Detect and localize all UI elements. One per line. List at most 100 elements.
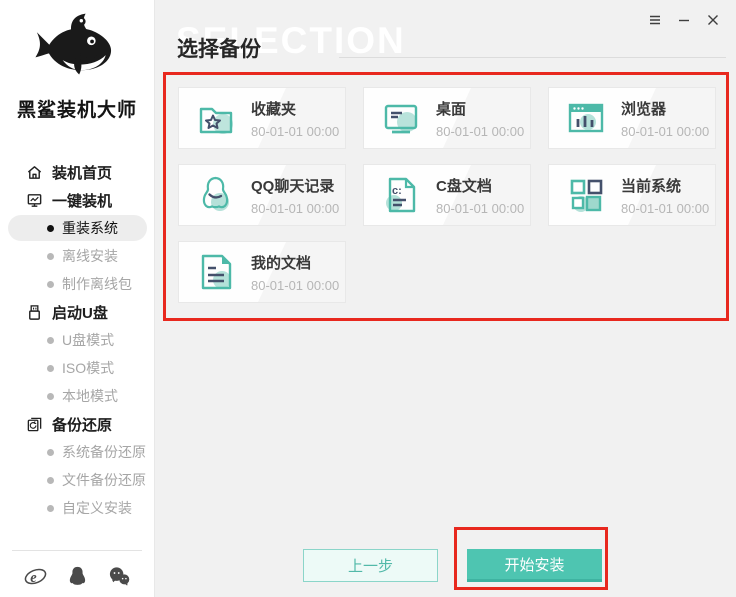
browser-icon bbox=[564, 96, 608, 140]
sidebar-item[interactable]: 制作离线包 bbox=[0, 270, 154, 298]
desktop-icon bbox=[379, 96, 423, 140]
backup-card[interactable]: 我的文档 80-01-01 00:00 bbox=[178, 241, 346, 303]
backup-card-date: 80-01-01 00:00 bbox=[251, 277, 340, 293]
sidebar-footer-divider bbox=[12, 550, 142, 551]
bullet-icon bbox=[47, 224, 54, 232]
window-close-button[interactable] bbox=[704, 12, 722, 30]
card-text: 当前系统 80-01-01 00:00 bbox=[621, 175, 709, 216]
backup-card-date: 80-01-01 00:00 bbox=[621, 200, 710, 216]
sidebar-item-label: 离线安装 bbox=[62, 248, 118, 264]
wechat-icon bbox=[108, 565, 131, 588]
sidebar-item[interactable]: 启动U盘 bbox=[0, 298, 154, 326]
sidebar-footer-icons bbox=[0, 563, 154, 589]
bullet-icon bbox=[47, 504, 54, 512]
card-text: C盘文档 80-01-01 00:00 bbox=[436, 175, 524, 216]
backup-card[interactable]: 浏览器 80-01-01 00:00 bbox=[548, 87, 716, 149]
sidebar-item-label: ISO模式 bbox=[62, 360, 115, 376]
sidebar-item[interactable]: 一键装机 bbox=[0, 186, 154, 214]
sidebar-item-label: 制作离线包 bbox=[62, 276, 132, 292]
sidebar-item[interactable]: U盘模式 bbox=[0, 326, 154, 354]
bullet-icon bbox=[47, 448, 54, 456]
backup-card-date: 80-01-01 00:00 bbox=[436, 123, 525, 139]
sidebar-nav: 装机首页 一键装机 重装系统 离线安装 制作离线包 启动U盘 U盘模式 ISO模… bbox=[0, 158, 154, 522]
bullet-icon bbox=[47, 252, 54, 260]
sidebar-item[interactable]: ISO模式 bbox=[0, 354, 154, 382]
bullet-icon bbox=[47, 364, 54, 372]
sidebar-item[interactable]: 重装系统 bbox=[0, 214, 154, 242]
usb-drive-icon bbox=[26, 304, 43, 321]
sidebar-item[interactable]: 文件备份还原 bbox=[0, 466, 154, 494]
backup-card-date: 80-01-01 00:00 bbox=[436, 200, 525, 216]
window-menu-button[interactable] bbox=[646, 12, 664, 30]
backup-card-label: 桌面 bbox=[436, 100, 467, 118]
app-window: 黑鲨装机大师 装机首页 一键装机 重装系统 离线安装 制作离线包 启动U盘 U盘… bbox=[0, 0, 736, 597]
window-controls bbox=[646, 12, 722, 30]
previous-step-button[interactable]: 上一步 bbox=[303, 549, 438, 582]
qq-icon bbox=[66, 565, 89, 588]
sidebar-item-label: 系统备份还原 bbox=[62, 444, 146, 460]
card-text: 浏览器 80-01-01 00:00 bbox=[621, 98, 709, 139]
ie-icon bbox=[24, 565, 47, 588]
sidebar-item-label: 装机首页 bbox=[52, 164, 113, 182]
wechat-link[interactable] bbox=[106, 563, 132, 589]
sidebar-item-label: 备份还原 bbox=[52, 416, 113, 434]
sidebar-item[interactable]: 备份还原 bbox=[0, 410, 154, 438]
backup-card-date: 80-01-01 00:00 bbox=[251, 200, 340, 216]
backup-cards-grid: 收藏夹 80-01-01 00:00 桌面 80-01-01 00:00 浏览器… bbox=[178, 87, 716, 303]
shark-logo-icon bbox=[35, 13, 112, 75]
backup-card-label: 浏览器 bbox=[621, 100, 667, 118]
backup-card-date: 80-01-01 00:00 bbox=[251, 123, 340, 139]
backup-card-date: 80-01-01 00:00 bbox=[621, 123, 710, 139]
backup-card-label: C盘文档 bbox=[436, 177, 492, 195]
sidebar: 黑鲨装机大师 装机首页 一键装机 重装系统 离线安装 制作离线包 启动U盘 U盘… bbox=[0, 0, 155, 597]
sidebar-item[interactable]: 自定义安装 bbox=[0, 494, 154, 522]
qq-chat-icon bbox=[194, 173, 238, 217]
card-text: 我的文档 80-01-01 00:00 bbox=[251, 252, 339, 293]
sidebar-item[interactable]: 离线安装 bbox=[0, 242, 154, 270]
main-panel: SELECTION 选择备份 收藏夹 80-01-01 00:00 桌面 80-… bbox=[156, 0, 736, 597]
c-drive-doc-icon bbox=[379, 173, 423, 217]
backup-restore-icon bbox=[26, 416, 43, 433]
menu-icon bbox=[647, 12, 663, 28]
start-install-button[interactable]: 开始安装 bbox=[467, 549, 602, 582]
card-text: 桌面 80-01-01 00:00 bbox=[436, 98, 524, 139]
page-title: 选择备份 bbox=[177, 38, 261, 61]
bullet-icon bbox=[47, 392, 54, 400]
monitor-chart-icon bbox=[26, 192, 43, 209]
backup-card[interactable]: QQ聊天记录 80-01-01 00:00 bbox=[178, 164, 346, 226]
sidebar-item[interactable]: 本地模式 bbox=[0, 382, 154, 410]
backup-card[interactable]: 收藏夹 80-01-01 00:00 bbox=[178, 87, 346, 149]
sidebar-item-label: 本地模式 bbox=[62, 388, 118, 404]
backup-card[interactable]: 当前系统 80-01-01 00:00 bbox=[548, 164, 716, 226]
backup-card[interactable]: 桌面 80-01-01 00:00 bbox=[363, 87, 531, 149]
home-icon bbox=[26, 164, 43, 181]
backup-card-label: 当前系统 bbox=[621, 177, 682, 195]
sidebar-item[interactable]: 系统备份还原 bbox=[0, 438, 154, 466]
close-icon bbox=[705, 12, 721, 28]
backup-card[interactable]: C盘文档 80-01-01 00:00 bbox=[363, 164, 531, 226]
bullet-icon bbox=[47, 476, 54, 484]
sidebar-item-label: 启动U盘 bbox=[52, 304, 108, 322]
app-name: 黑鲨装机大师 bbox=[16, 100, 137, 121]
qq-link[interactable] bbox=[64, 563, 90, 589]
sidebar-item[interactable]: 装机首页 bbox=[0, 158, 154, 186]
system-squares-icon bbox=[564, 173, 608, 217]
bullet-icon bbox=[47, 336, 54, 344]
bullet-icon bbox=[47, 280, 54, 288]
sidebar-item-label: 自定义安装 bbox=[62, 500, 132, 516]
minimize-icon bbox=[676, 12, 692, 28]
card-text: 收藏夹 80-01-01 00:00 bbox=[251, 98, 339, 139]
folder-star-icon bbox=[194, 96, 238, 140]
title-divider bbox=[339, 57, 726, 58]
my-docs-icon bbox=[194, 250, 238, 294]
card-text: QQ聊天记录 80-01-01 00:00 bbox=[251, 175, 339, 216]
sidebar-item-label: 重装系统 bbox=[62, 220, 118, 236]
backup-card-label: QQ聊天记录 bbox=[251, 177, 335, 195]
backup-card-label: 收藏夹 bbox=[251, 100, 297, 118]
window-minimize-button[interactable] bbox=[675, 12, 693, 30]
backup-card-label: 我的文档 bbox=[251, 254, 312, 272]
sidebar-item-label: 一键装机 bbox=[52, 192, 113, 210]
app-logo: 黑鲨装机大师 bbox=[0, 0, 154, 122]
sidebar-item-label: 文件备份还原 bbox=[62, 472, 146, 488]
ie-link[interactable] bbox=[22, 563, 48, 589]
